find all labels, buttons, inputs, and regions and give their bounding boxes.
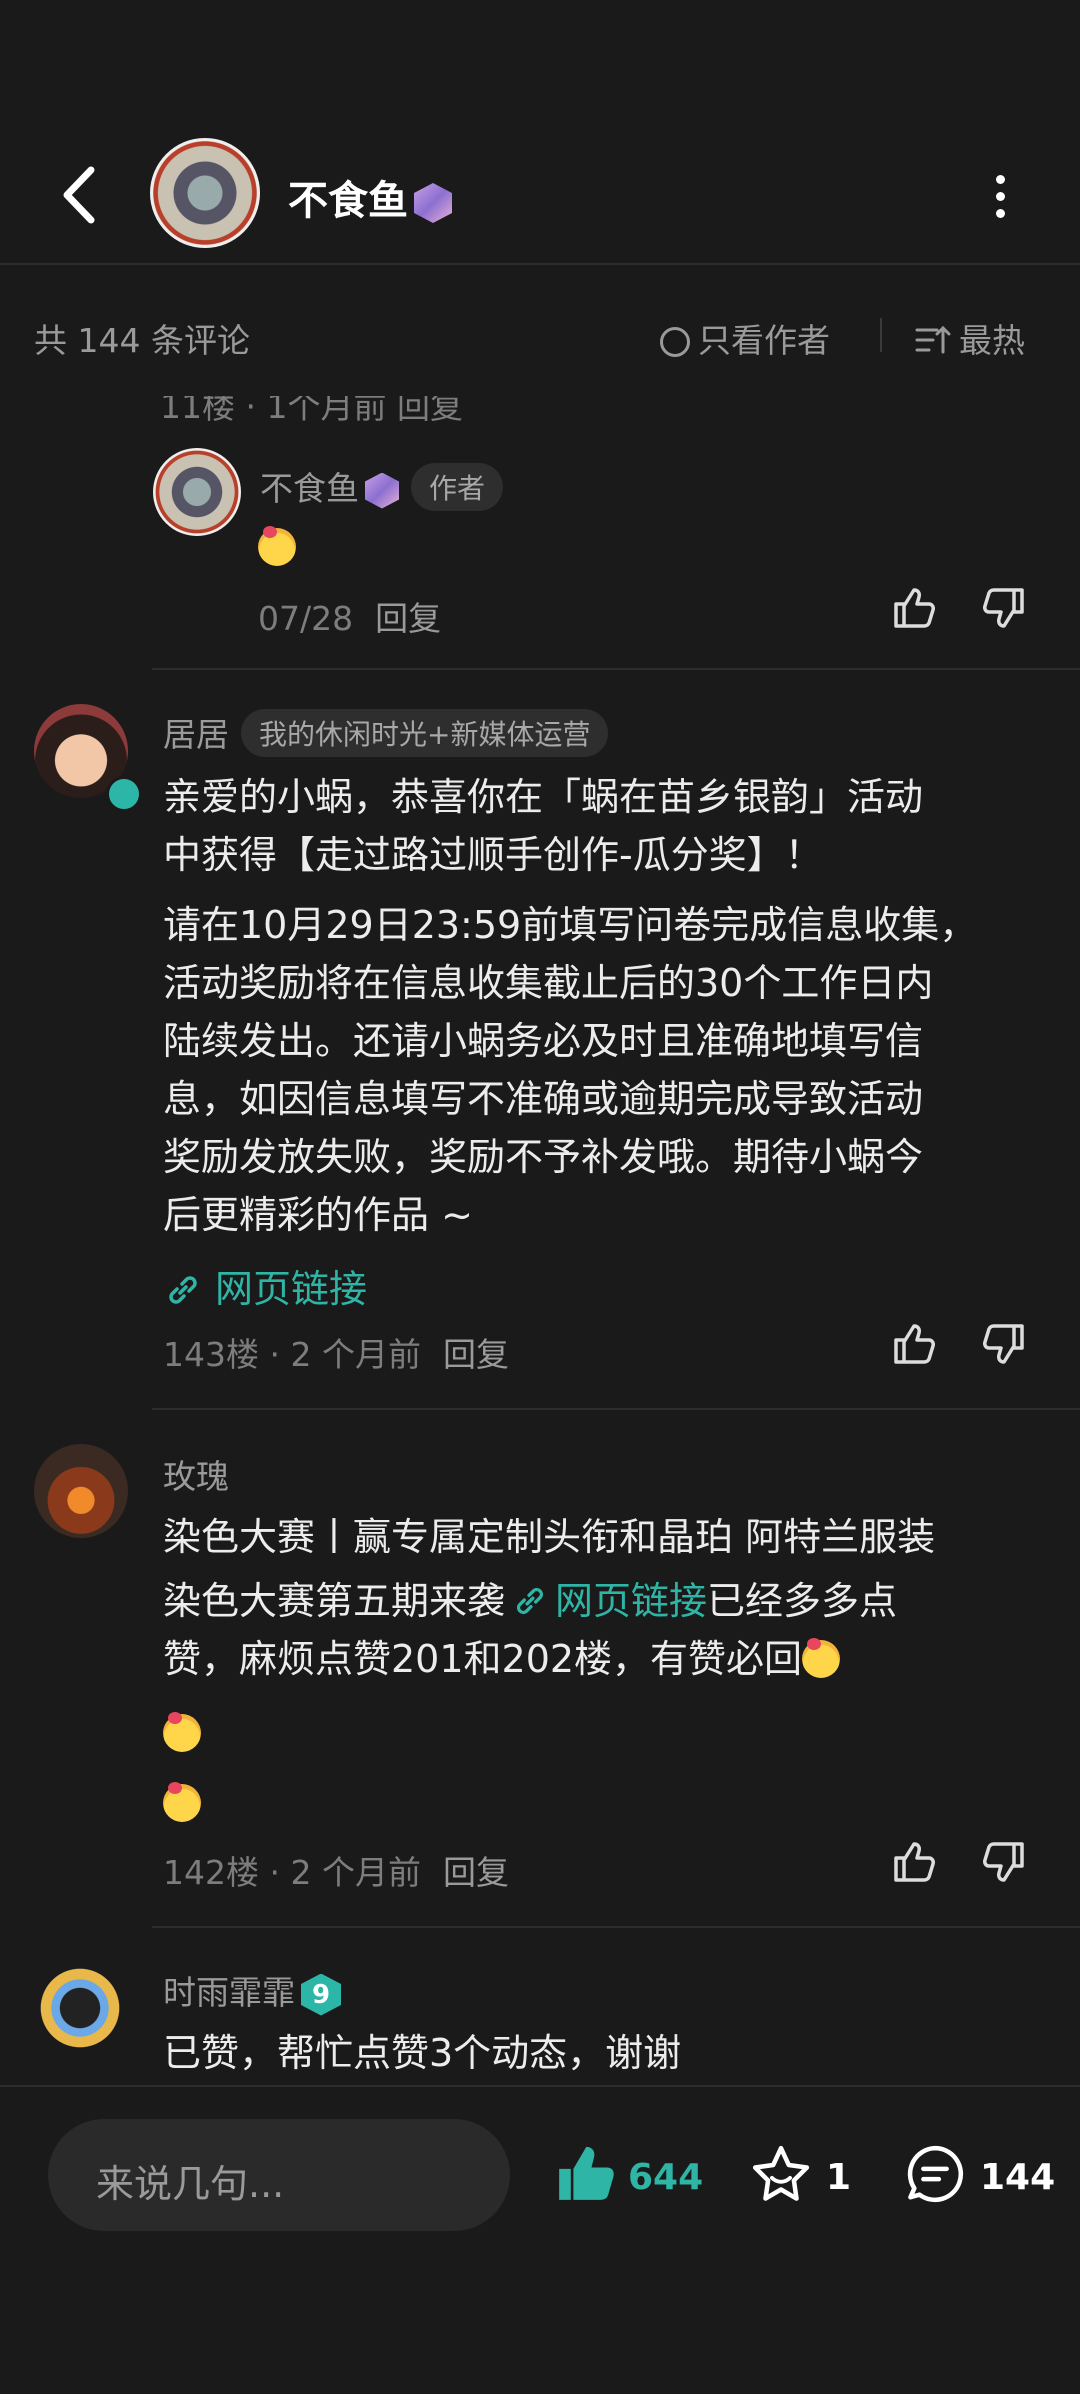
filter-bar: 共 144 条评论 只看作者 最热 — [0, 266, 1080, 396]
author-badge-icon — [414, 183, 452, 223]
link-icon — [169, 1276, 197, 1304]
thumbs-up-filled-icon — [559, 2146, 614, 2200]
favorite-count: 1 — [826, 2157, 852, 2198]
comment-text-para2: 请在10月29日23:59前填写问卷完成信息收集， 活动奖励将在信息收集截止后的… — [163, 896, 977, 1244]
top-bar: 不食鱼 — [0, 0, 1080, 265]
comment-meta: 142楼 · 2 个月前 回复 — [163, 1846, 509, 1894]
comment-text: 亲爱的小蜗，恭喜你在「蜗在苗乡银韵」活动 中获得【走过路过顺手创作-瓜分奖】！ — [163, 768, 923, 884]
reply-button[interactable]: 回复 — [375, 599, 441, 638]
back-arrow-icon[interactable] — [55, 160, 105, 230]
link-label[interactable]: 网页链接 — [215, 1267, 367, 1311]
dislike-icon[interactable] — [980, 584, 1028, 632]
reply-body — [258, 526, 296, 566]
emoji-icon — [802, 1638, 841, 1678]
like-icon[interactable] — [890, 1320, 938, 1368]
text-line: 赞，麻烦点赞201和202楼，有赞必回 — [163, 1630, 935, 1688]
reply-author-avatar[interactable] — [153, 448, 241, 536]
floor-time: 143楼 · 2 个月前 — [163, 1335, 421, 1374]
sort-label: 最热 — [959, 321, 1025, 360]
text-line: 陆续发出。还请小蜗务必及时且准确地填写信 — [163, 1019, 924, 1063]
text-line-with-link: 染色大赛第五期来袭 网页链接已经多多点 — [163, 1572, 935, 1630]
user-title-tag: 我的休闲时光+新媒体运营 — [241, 709, 609, 757]
text-line: 活动奖励将在信息收集截止后的30个工作日内 — [163, 961, 934, 1005]
link-icon — [516, 1587, 544, 1615]
comment-bubble-icon — [907, 2145, 964, 2203]
reply-meta: 07/28 回复 — [258, 592, 441, 640]
dislike-icon[interactable] — [980, 1838, 1028, 1886]
reply-author-row: 不食鱼 作者 — [260, 462, 504, 511]
emoji-line — [163, 1712, 201, 1752]
emoji-icon — [258, 526, 296, 566]
author-name-row[interactable]: 不食鱼 — [288, 168, 452, 226]
text-line: 请在10月29日23:59前填写问卷完成信息收集， — [163, 903, 978, 947]
divider — [152, 1408, 1080, 1410]
divider — [152, 1926, 1080, 1928]
verified-icon — [106, 776, 142, 812]
floor-time: 142楼 · 2 个月前 — [163, 1853, 421, 1892]
emoji-icon — [163, 1712, 201, 1752]
comment-count: 共 144 条评论 — [34, 321, 250, 360]
commenter-avatar[interactable] — [34, 1444, 128, 1538]
comment-input[interactable]: 来说几句... — [48, 2119, 510, 2231]
web-link[interactable]: 网页链接 — [163, 1258, 367, 1313]
bottom-bar: 来说几句... 644 1 144 — [0, 2085, 1080, 2394]
like-icon[interactable] — [890, 1838, 938, 1886]
author-avatar[interactable] — [150, 138, 260, 248]
comment-header: 居居 我的休闲时光+新媒体运营 — [163, 708, 609, 757]
level-badge-icon: 9 — [301, 1973, 341, 2016]
reply-button[interactable]: 回复 — [443, 1853, 509, 1892]
text-span: 已经多多点 — [707, 1579, 898, 1623]
like-icon[interactable] — [890, 584, 938, 632]
author-name[interactable]: 不食鱼 — [288, 178, 408, 224]
comment-text: 染色大赛丨赢专属定制头衔和晶珀 阿特兰服装 染色大赛第五期来袭 网页链接已经多多点… — [163, 1508, 935, 1688]
reply-date: 07/28 — [258, 599, 354, 638]
emoji-icon — [163, 1782, 201, 1822]
comment-input-placeholder: 来说几句... — [96, 2162, 285, 2206]
divider — [880, 318, 882, 352]
more-options-icon[interactable] — [990, 175, 1010, 218]
author-tag: 作者 — [411, 463, 504, 511]
commenter-name[interactable]: 玫瑰 — [163, 1450, 229, 1498]
divider — [152, 668, 1080, 670]
like-count: 644 — [628, 2157, 704, 2198]
text-line: 奖励发放失败，奖励不予补发哦。期待小蜗今 — [163, 1135, 924, 1179]
radio-circle-icon — [660, 327, 690, 357]
comment-count-action: 144 — [980, 2157, 1056, 2198]
comment-meta: 143楼 · 2 个月前 回复 — [163, 1328, 509, 1376]
text-line: 染色大赛丨赢专属定制头衔和晶珀 阿特兰服装 — [163, 1515, 936, 1559]
commenter-name[interactable]: 时雨霏霏 — [163, 1973, 295, 2012]
text-span: 染色大赛第五期来袭 — [163, 1579, 506, 1623]
text-line: 中获得【走过路过顺手创作-瓜分奖】！ — [163, 833, 823, 877]
only-author-toggle[interactable]: 只看作者 — [660, 314, 830, 362]
commenter-avatar[interactable] — [28, 1960, 132, 2056]
reply-button[interactable]: 回复 — [443, 1335, 509, 1374]
text-line: 息，如因信息填写不准确或逾期完成导致活动 — [163, 1077, 924, 1121]
text-line: 后更精彩的作品 ~ — [163, 1193, 473, 1237]
comment-action[interactable]: 144 — [902, 2143, 1055, 2205]
text-line: 亲爱的小蜗，恭喜你在「蜗在苗乡银韵」活动 — [163, 775, 924, 819]
header-divider — [0, 263, 1080, 265]
sort-icon — [915, 325, 951, 354]
text-span: 赞，麻烦点赞201和202楼，有赞必回 — [163, 1637, 803, 1681]
only-author-label: 只看作者 — [698, 321, 830, 360]
like-action[interactable]: 644 — [552, 2143, 703, 2205]
dislike-icon[interactable] — [980, 1320, 1028, 1368]
star-icon — [752, 2145, 810, 2201]
sort-toggle[interactable]: 最热 — [915, 314, 1025, 362]
reply-author-name[interactable]: 不食鱼 — [260, 469, 359, 508]
favorite-action[interactable]: 1 — [748, 2143, 851, 2205]
emoji-line — [163, 1782, 201, 1822]
commenter-name[interactable]: 居居 — [163, 715, 229, 754]
comment-text: 已赞，帮忙点赞3个动态，谢谢 — [163, 2031, 682, 2075]
comment-header: 时雨霏霏 9 — [163, 1966, 341, 2016]
author-badge-icon — [365, 472, 399, 509]
web-link[interactable]: 网页链接 — [555, 1579, 707, 1623]
